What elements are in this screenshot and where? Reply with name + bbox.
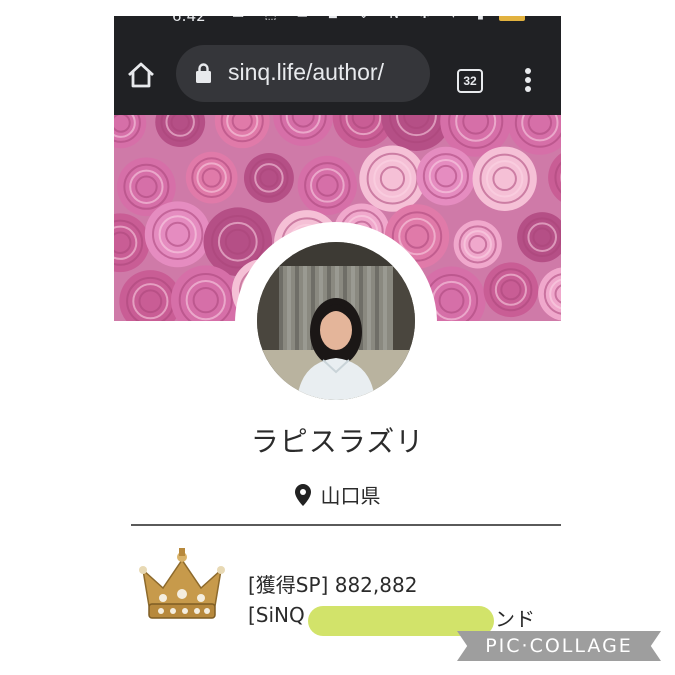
url-text: sinq.life/author/ <box>228 59 384 85</box>
profile-name: ラピスラズリ <box>250 425 425 458</box>
battery-icon <box>499 16 525 21</box>
home-icon[interactable] <box>126 60 156 90</box>
status-time: 6:42 <box>172 16 206 24</box>
location-text: 山口県 <box>320 484 381 508</box>
lock-icon <box>196 63 211 83</box>
crown-icon <box>139 548 225 619</box>
pic-collage-watermark: PIC·COLLAGE <box>457 631 661 661</box>
phone-screen: 6:42 ▭ ⬚ ✉ ◘ ⌄ N ✱ ▾ ▮ sinq.life/author/… <box>114 16 561 675</box>
status-bar: 6:42 ▭ ⬚ ✉ ◘ ⌄ N ✱ ▾ ▮ <box>114 16 561 24</box>
sp-points-text: [獲得SP] 882,882 <box>248 573 418 597</box>
rank-suffix: ンド <box>495 607 535 631</box>
more-vertical-icon[interactable] <box>518 67 538 95</box>
profile-location: 山口県 <box>114 480 561 509</box>
section-divider <box>131 524 561 526</box>
browser-toolbar: sinq.life/author/ 32 <box>114 24 561 115</box>
avatar-photo <box>257 242 415 400</box>
rank-prefix: [SiNQ <box>248 603 305 627</box>
avatar[interactable] <box>257 242 415 400</box>
tab-switcher-button[interactable]: 32 <box>457 69 483 93</box>
address-bar[interactable]: sinq.life/author/ <box>176 45 430 102</box>
rank-text: [SiNQ ンド <box>248 603 535 636</box>
location-pin-icon <box>294 484 311 506</box>
status-icons: ▭ ⬚ ✉ ◘ ⌄ N ✱ ▾ ▮ <box>232 16 492 22</box>
